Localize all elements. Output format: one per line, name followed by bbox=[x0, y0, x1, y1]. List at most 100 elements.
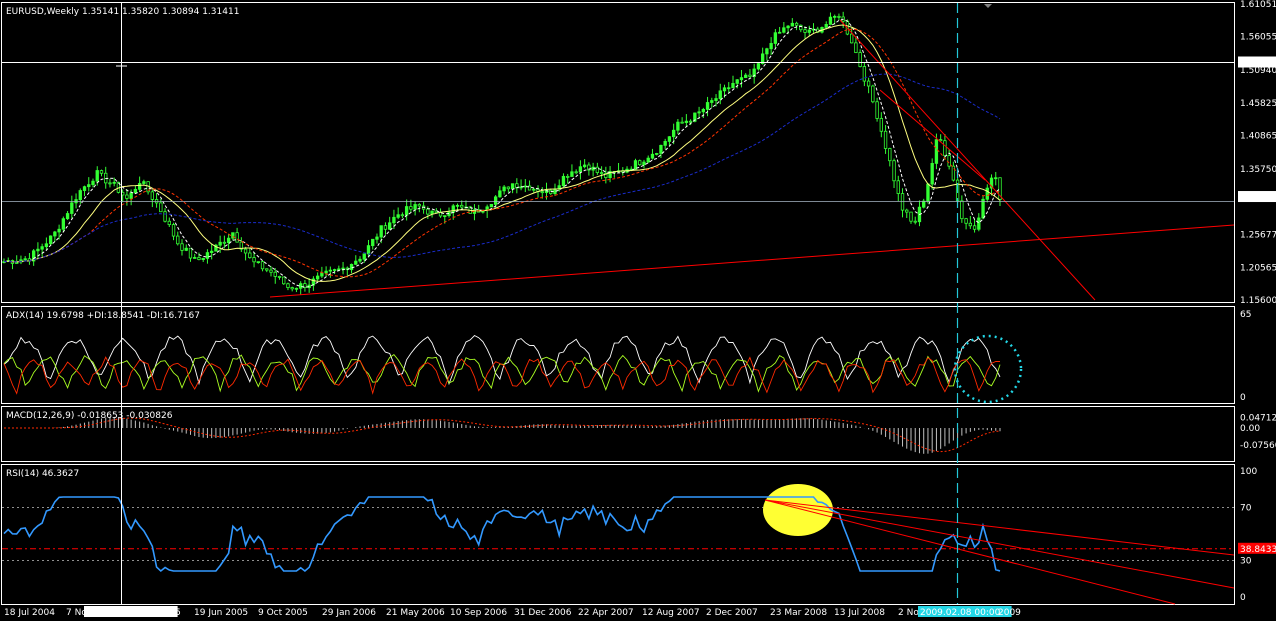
candle-body bbox=[371, 238, 375, 247]
candle-body bbox=[57, 228, 61, 233]
candle-body bbox=[184, 247, 188, 251]
candle-body bbox=[642, 161, 646, 166]
candle-body bbox=[595, 166, 600, 173]
candle-body bbox=[87, 184, 91, 188]
crosshair-price-label: 1.53090 bbox=[1240, 59, 1276, 69]
candle-body bbox=[727, 87, 731, 90]
time-tick-label: 2005.02.06 00:00 bbox=[86, 608, 167, 618]
candle-body bbox=[646, 157, 650, 163]
candle-body bbox=[489, 203, 494, 208]
candle-body bbox=[455, 204, 460, 207]
rsi-tick-label: 0 bbox=[1240, 593, 1246, 603]
candle-body bbox=[61, 218, 66, 230]
candle-body bbox=[794, 22, 799, 26]
candle-body bbox=[985, 187, 989, 200]
candle-body bbox=[714, 98, 718, 101]
price-title: EURUSD,Weekly 1.35141 1.35820 1.30894 1.… bbox=[6, 7, 239, 17]
candle-body bbox=[133, 188, 138, 194]
candle-body bbox=[269, 269, 273, 273]
candle-body bbox=[125, 194, 129, 199]
candle-body bbox=[926, 183, 930, 202]
time-tick-label: 18 Jul 2004 bbox=[4, 608, 55, 618]
candle-body bbox=[705, 102, 710, 110]
candle-body bbox=[226, 237, 231, 243]
time-tick-label: 2 No bbox=[898, 608, 919, 618]
candle-body bbox=[905, 209, 909, 213]
candle-body bbox=[277, 276, 282, 278]
time-tick-label: 21 May 2006 bbox=[386, 608, 445, 618]
candle-body bbox=[171, 224, 176, 237]
candle-body bbox=[413, 204, 417, 210]
candle bbox=[981, 195, 985, 220]
candle-body bbox=[977, 217, 981, 230]
price-tick-label: 1.25677 bbox=[1240, 230, 1276, 240]
candle-body bbox=[638, 160, 642, 166]
candle-body bbox=[349, 263, 354, 271]
time-tick-label: 13 Jul 2008 bbox=[834, 608, 885, 618]
candle-body bbox=[718, 90, 722, 99]
candle-body bbox=[735, 79, 739, 84]
candle-body bbox=[252, 257, 256, 263]
candle-body bbox=[777, 31, 782, 34]
candle-body bbox=[502, 186, 506, 192]
candle-body bbox=[765, 48, 769, 55]
candle-body bbox=[833, 15, 837, 18]
candle-body bbox=[176, 235, 180, 245]
candle bbox=[926, 182, 930, 204]
candle-body bbox=[828, 16, 833, 25]
candle-body bbox=[243, 248, 248, 254]
candle-body bbox=[943, 140, 947, 157]
candle-body bbox=[790, 22, 794, 27]
price-tick-label: 1.15600 bbox=[1240, 296, 1276, 306]
price-tick-label: 1.56055 bbox=[1240, 33, 1276, 43]
candle-body bbox=[769, 43, 773, 50]
candle-body bbox=[451, 205, 455, 213]
candle-body bbox=[879, 118, 883, 132]
candle-body bbox=[286, 283, 290, 288]
candle-body bbox=[896, 180, 900, 194]
macd-tick-label: -0.07560 bbox=[1240, 441, 1276, 451]
candle-body bbox=[53, 231, 57, 237]
candle-body bbox=[99, 170, 104, 174]
time-tick-label: 9 Oct 2005 bbox=[258, 608, 308, 618]
candle bbox=[489, 203, 494, 208]
time-tick-label: 12 Aug 2007 bbox=[642, 608, 700, 618]
candle-body bbox=[70, 202, 74, 214]
candle-body bbox=[722, 87, 727, 92]
candle-body bbox=[328, 269, 333, 272]
candle-body bbox=[332, 269, 337, 271]
candle-body bbox=[909, 211, 913, 222]
candle-body bbox=[282, 276, 286, 285]
time-tick-label: 2009 bbox=[998, 608, 1021, 618]
candle-body bbox=[680, 121, 684, 124]
candle-body bbox=[871, 85, 875, 103]
candle-body bbox=[260, 261, 265, 270]
candle-body bbox=[315, 275, 320, 280]
time-tick-label: 31 Dec 2006 bbox=[514, 608, 572, 618]
candle-body bbox=[506, 186, 511, 190]
candle-body bbox=[570, 171, 574, 177]
candle-body bbox=[938, 139, 943, 142]
time-tick-label: 22 Apr 2007 bbox=[578, 608, 634, 618]
candle-body bbox=[786, 25, 790, 29]
candle-body bbox=[337, 268, 341, 271]
candle-body bbox=[108, 182, 112, 185]
candle-body bbox=[739, 77, 744, 81]
candle-body bbox=[964, 218, 968, 224]
candle-body bbox=[888, 148, 892, 162]
adx-tick-label: 0 bbox=[1240, 393, 1246, 403]
candle-body bbox=[299, 283, 303, 289]
mt4-chart[interactable]: 1.610511.560551.509401.458251.408651.357… bbox=[0, 0, 1276, 621]
candle-body bbox=[40, 246, 44, 250]
time-tick-label: 10 Sep 2006 bbox=[450, 608, 507, 618]
candle-body bbox=[294, 287, 299, 290]
candle bbox=[48, 235, 53, 246]
candle-body bbox=[875, 101, 879, 119]
candle-body bbox=[731, 82, 735, 89]
candle-body bbox=[341, 267, 345, 270]
candle-body bbox=[273, 271, 277, 277]
candle-body bbox=[892, 160, 896, 182]
candle-body bbox=[205, 252, 210, 259]
candle-body bbox=[129, 192, 133, 199]
candle-body bbox=[837, 15, 841, 18]
